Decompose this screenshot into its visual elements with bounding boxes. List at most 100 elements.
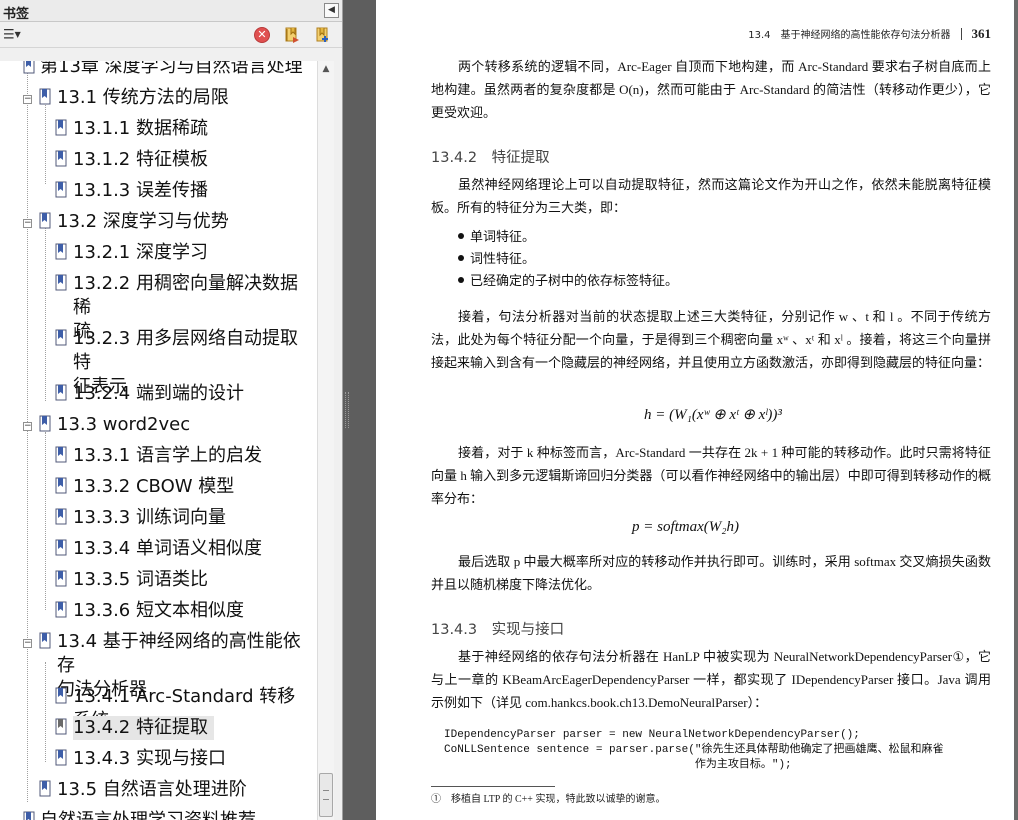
new-bookmark-button[interactable]	[314, 26, 332, 44]
list-item: 词性特征。	[458, 248, 678, 270]
bookmark-label-line: 13.1.2 特征模板	[73, 149, 208, 170]
bookmark-item[interactable]: 13.3.2 CBOW 模型	[0, 473, 317, 504]
bookmark-label: 自然语言处理学习资料推荐	[40, 809, 262, 820]
running-head: 13.4 基于神经网络的高性能依存句法分析器 361	[748, 26, 991, 42]
scroll-up-arrow-icon[interactable]: ▲	[318, 61, 334, 78]
bookmark-item[interactable]: 13.1.3 误差传播	[0, 177, 317, 208]
bookmark-item[interactable]: 13.5 自然语言处理进阶	[0, 776, 317, 807]
code-block: IDependencyParser parser = new NeuralNet…	[444, 729, 944, 771]
bookmark-icon	[39, 415, 51, 432]
bookmark-label-line: 自然语言处理学习资料推荐	[40, 810, 256, 820]
bookmark-item[interactable]: 13.1.1 数据稀疏	[0, 115, 317, 146]
bookmark-item[interactable]: 13.3.4 单词语义相似度	[0, 535, 317, 566]
bookmark-item[interactable]: − 13.2 深度学习与优势	[0, 208, 317, 239]
bookmark-label: 13.3.5 词语类比	[73, 568, 214, 592]
scrollbar-thumb[interactable]	[319, 773, 333, 817]
bookmark-icon	[39, 88, 51, 105]
bookmark-item[interactable]: 13.2.2 用稠密向量解决数据稀疏	[0, 270, 317, 342]
collapse-toggle-icon[interactable]: −	[23, 422, 32, 431]
document-page: 13.4 基于神经网络的高性能依存句法分析器 361 两个转移系统的逻辑不同，Ar…	[376, 0, 1014, 820]
bullet-icon	[458, 277, 464, 283]
bookmark-icon	[55, 274, 67, 291]
bookmark-icon	[39, 780, 51, 797]
collapse-panel-button[interactable]: ◀	[324, 3, 339, 18]
page-edge	[1014, 0, 1018, 820]
bookmark-item[interactable]: 第13章 深度学习与自然语言处理	[0, 61, 317, 84]
footnote: ① 移植自 LTP 的 C++ 实现，特此致以诚挚的谢意。	[431, 794, 666, 805]
bookmark-icon	[55, 243, 67, 260]
splitter-grip[interactable]	[345, 392, 349, 428]
bookmark-item[interactable]: 13.4.1 Arc-Standard 转移系统	[0, 683, 317, 731]
bookmark-item[interactable]: 13.4.3 实现与接口	[0, 745, 317, 776]
bookmark-item[interactable]: 13.4.2 特征提取	[0, 714, 317, 745]
bookmark-label-line: 13.4.3 实现与接口	[73, 748, 226, 769]
bullet-list: 单词特征。 词性特征。 已经确定的子树中的依存标签特征。	[458, 226, 678, 292]
bookmark-label: 13.4.2 特征提取	[73, 716, 214, 740]
list-item-text: 已经确定的子树中的依存标签特征。	[470, 273, 679, 288]
bookmark-icon	[55, 687, 67, 704]
bookmark-label: 13.2.1 深度学习	[73, 241, 214, 265]
collapse-toggle-icon[interactable]: −	[23, 95, 32, 104]
options-menu-button[interactable]: ☰▼	[3, 27, 27, 43]
paragraph: 虽然神经网络理论上可以自动提取特征，然而这篇论文作为开山之作，依然未能脱离特征模…	[431, 177, 991, 215]
bookmark-item[interactable]: 13.3.1 语言学上的启发	[0, 442, 317, 473]
paragraph: 接着，对于 k 种标签而言，Arc-Standard 一共存在 2k + 1 种…	[431, 445, 991, 506]
paragraph: 接着，句法分析器对当前的状态提取上述三大类特征，分别记作 w 、t 和 l 。不…	[431, 309, 991, 370]
bookmark-item[interactable]: 13.3.5 词语类比	[0, 566, 317, 597]
bookmark-item[interactable]: 13.3.6 短文本相似度	[0, 597, 317, 628]
bookmark-label: 第13章 深度学习与自然语言处理	[40, 61, 309, 79]
bookmark-item[interactable]: 自然语言处理学习资料推荐	[0, 807, 317, 820]
chevron-down-icon: ▼	[14, 30, 21, 39]
bookmark-item[interactable]: 13.2.4 端到端的设计	[0, 380, 317, 411]
bookmark-icon	[55, 539, 67, 556]
bookmark-label: 13.4.3 实现与接口	[73, 747, 232, 771]
bookmark-label: 13.3.3 训练词向量	[73, 506, 232, 530]
bullet-icon	[458, 255, 464, 261]
bookmark-icon	[55, 601, 67, 618]
bookmark-label: 13.1.1 数据稀疏	[73, 117, 214, 141]
bookmark-label-line: 13.4.2 特征提取	[73, 717, 208, 738]
bookmark-item[interactable]: 13.2.1 深度学习	[0, 239, 317, 270]
expand-bookmark-button[interactable]	[283, 26, 301, 44]
bookmark-label: 13.3.6 短文本相似度	[73, 599, 250, 623]
panel-splitter[interactable]	[343, 0, 376, 820]
panel-scrollbar[interactable]: ▲	[317, 61, 334, 820]
bookmark-label-line: 13.1.3 误差传播	[73, 180, 208, 201]
bookmark-icon	[39, 212, 51, 229]
bookmark-icon	[55, 508, 67, 525]
bookmark-item[interactable]: −13.4 基于神经网络的高性能依存 句法分析器	[0, 628, 317, 700]
bookmark-label-line: 13.2 深度学习与优势	[57, 211, 229, 232]
bookmark-icon	[39, 632, 51, 649]
section-heading: 13.4.3 实现与接口	[431, 622, 565, 638]
bookmark-label: 13.1.3 误差传播	[73, 179, 214, 203]
bookmark-label: 13.2 深度学习与优势	[57, 210, 235, 234]
panel-header: 书签 ◀	[0, 0, 342, 22]
bookmark-label: 13.3.2 CBOW 模型	[73, 475, 240, 499]
collapse-toggle-icon[interactable]: −	[23, 219, 32, 228]
bookmark-label-line: 13.2.4 端到端的设计	[73, 383, 244, 404]
bookmark-label-line: 13.3.1 语言学上的启发	[73, 445, 262, 466]
section-heading: 13.4.2 特征提取	[431, 150, 550, 166]
delete-bookmark-button[interactable]: ✕	[254, 27, 270, 43]
bookmark-label-line: 13.3.5 词语类比	[73, 569, 208, 590]
bookmark-item[interactable]: − 13.3 word2vec	[0, 411, 317, 442]
bookmark-icon	[55, 718, 67, 735]
bookmark-label-line: 13.1.1 数据稀疏	[73, 118, 208, 139]
list-item-text: 词性特征。	[470, 251, 536, 266]
bookmark-icon	[55, 749, 67, 766]
bookmark-label-line: 13.3.4 单词语义相似度	[73, 538, 262, 559]
bookmark-item[interactable]: 13.1.2 特征模板	[0, 146, 317, 177]
bookmark-icon	[55, 384, 67, 401]
bookmark-item[interactable]: 13.3.3 训练词向量	[0, 504, 317, 535]
paragraph: 最后选取 p 中最大概率所对应的转移动作并执行即可。训练时，采用 softmax…	[431, 554, 991, 592]
bookmark-label-line: 13.1 传统方法的局限	[57, 87, 229, 108]
bullet-icon	[458, 233, 464, 239]
bookmark-item[interactable]: 13.2.3 用多层网络自动提取特 征表示	[0, 325, 317, 397]
bookmark-label-line: 13.2.3 用多层网络自动提取特	[73, 328, 298, 373]
running-head-title: 13.4 基于神经网络的高性能依存句法分析器	[748, 30, 951, 41]
collapse-toggle-icon[interactable]: −	[23, 639, 32, 648]
bookmark-icon	[55, 477, 67, 494]
bookmark-item[interactable]: − 13.1 传统方法的局限	[0, 84, 317, 115]
bookmark-label-line: 13.2.2 用稠密向量解决数据稀	[73, 273, 298, 318]
bookmark-icon	[23, 61, 35, 74]
